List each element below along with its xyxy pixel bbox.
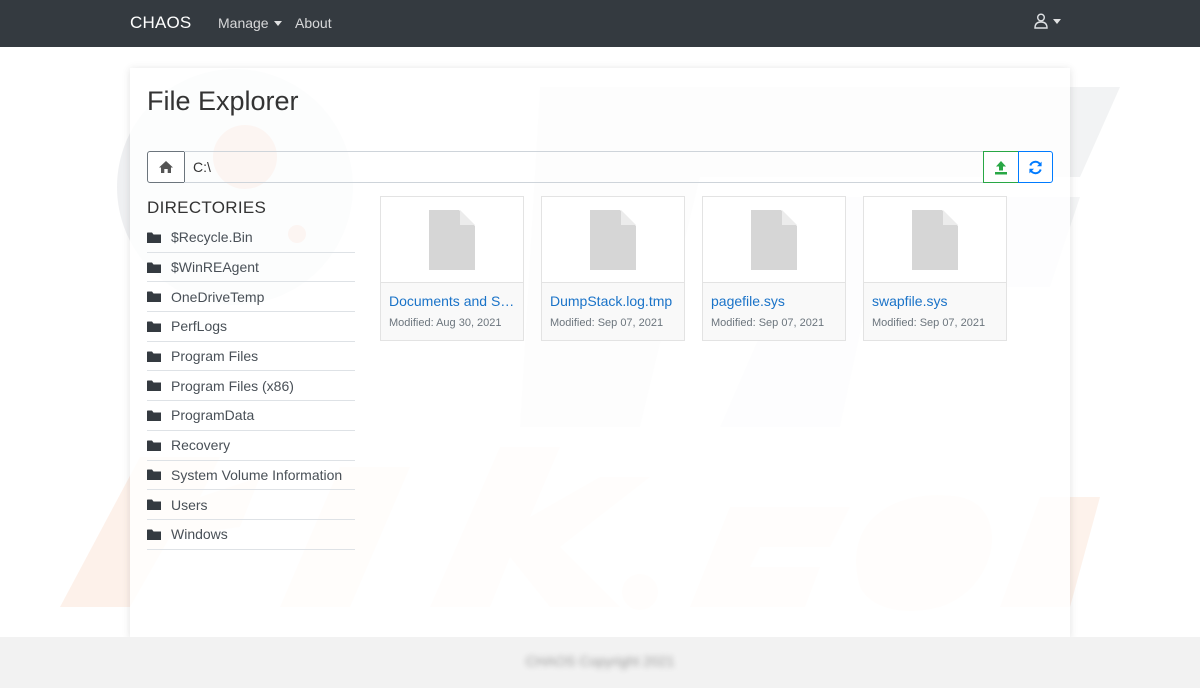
directory-label: PerfLogs [171,318,228,335]
chevron-down-icon [1053,18,1061,24]
file-icon [751,209,797,270]
upload-button[interactable] [983,151,1019,183]
user-icon [1034,13,1048,29]
directory-item[interactable]: PerfLogs [147,312,355,342]
directory-label: Users [171,496,208,513]
path-input[interactable] [184,151,984,183]
about-link[interactable]: About [295,15,332,31]
folder-icon [147,351,161,362]
refresh-button[interactable] [1018,151,1053,183]
footer-text: CHAOS Copyright 2021 [525,653,675,669]
directory-item[interactable]: Windows [147,520,355,550]
file-name-link[interactable]: swapfile.sys [872,293,998,309]
file-card[interactable]: DumpStack.log.tmp Modified: Sep 07, 2021 [541,196,685,341]
brand-link[interactable]: CHAOS [130,13,191,33]
manage-dropdown[interactable]: Manage [218,15,282,31]
file-name-link[interactable]: pagefile.sys [711,293,837,309]
file-icon [590,209,636,270]
directory-item[interactable]: $WinREAgent [147,253,355,283]
page-title: File Explorer [147,86,299,116]
home-icon [159,161,173,173]
path-bar [147,151,1053,183]
file-card[interactable]: Documents and Settings Modified: Aug 30,… [380,196,524,341]
folder-icon [147,440,161,451]
file-modified: Modified: Sep 07, 2021 [550,317,664,329]
folder-icon [147,529,161,540]
folder-icon [147,291,161,303]
directory-label: $Recycle.Bin [171,229,253,246]
folder-icon [147,380,161,392]
directory-item[interactable]: System Volume Information [147,461,355,491]
file-thumbnail [542,197,684,283]
folder-icon [147,321,161,332]
directory-item[interactable]: Recovery [147,431,355,461]
directory-label: System Volume Information [171,466,343,483]
directory-item[interactable]: $Recycle.Bin [147,223,355,253]
file-modified: Modified: Sep 07, 2021 [711,317,825,329]
file-thumbnail [864,197,1006,283]
folder-icon [147,499,161,511]
directory-item[interactable]: OneDriveTemp [147,282,355,313]
directory-label: ProgramData [171,407,255,424]
file-name-link[interactable]: Documents and Settings [389,293,515,309]
file-modified: Modified: Aug 30, 2021 [389,317,502,329]
folder-icon [147,410,161,421]
file-thumbnail [381,197,523,283]
directory-label: $WinREAgent [171,259,259,276]
refresh-icon [1029,160,1042,174]
directory-label: OneDriveTemp [171,288,265,305]
directory-item[interactable]: Users [147,490,355,520]
file-card[interactable]: pagefile.sys Modified: Sep 07, 2021 [702,196,846,341]
directory-label: Recovery [171,437,231,454]
directory-label: Program Files (x86) [171,377,294,394]
directory-item[interactable]: Program Files [147,342,355,372]
home-button[interactable] [147,151,185,183]
chevron-down-icon [273,20,282,26]
file-icon [429,209,475,270]
directories-heading: DIRECTORIES [147,198,267,217]
user-menu-button[interactable] [1034,13,1061,29]
directory-label: Program Files [171,348,259,365]
top-navbar: CHAOS Manage About [0,0,1200,47]
folder-icon [147,262,161,273]
upload-icon [995,160,1007,174]
directory-list: $Recycle.Bin $WinREAgent OneDriveTemp Pe… [147,223,355,550]
manage-label: Manage [218,15,269,31]
about-label: About [295,15,332,31]
file-thumbnail [703,197,845,283]
file-icon [912,209,958,270]
file-modified: Modified: Sep 07, 2021 [872,317,986,329]
file-name-link[interactable]: DumpStack.log.tmp [550,293,676,309]
directory-item[interactable]: Program Files (x86) [147,371,355,402]
page-footer: CHAOS Copyright 2021 [0,637,1200,688]
file-card[interactable]: swapfile.sys Modified: Sep 07, 2021 [863,196,1007,341]
folder-icon [147,232,161,243]
directory-item[interactable]: ProgramData [147,401,355,431]
directory-label: Windows [171,526,228,543]
file-explorer-card: File Explorer DIRECTORIES $Re [130,68,1070,638]
folder-icon [147,469,161,481]
